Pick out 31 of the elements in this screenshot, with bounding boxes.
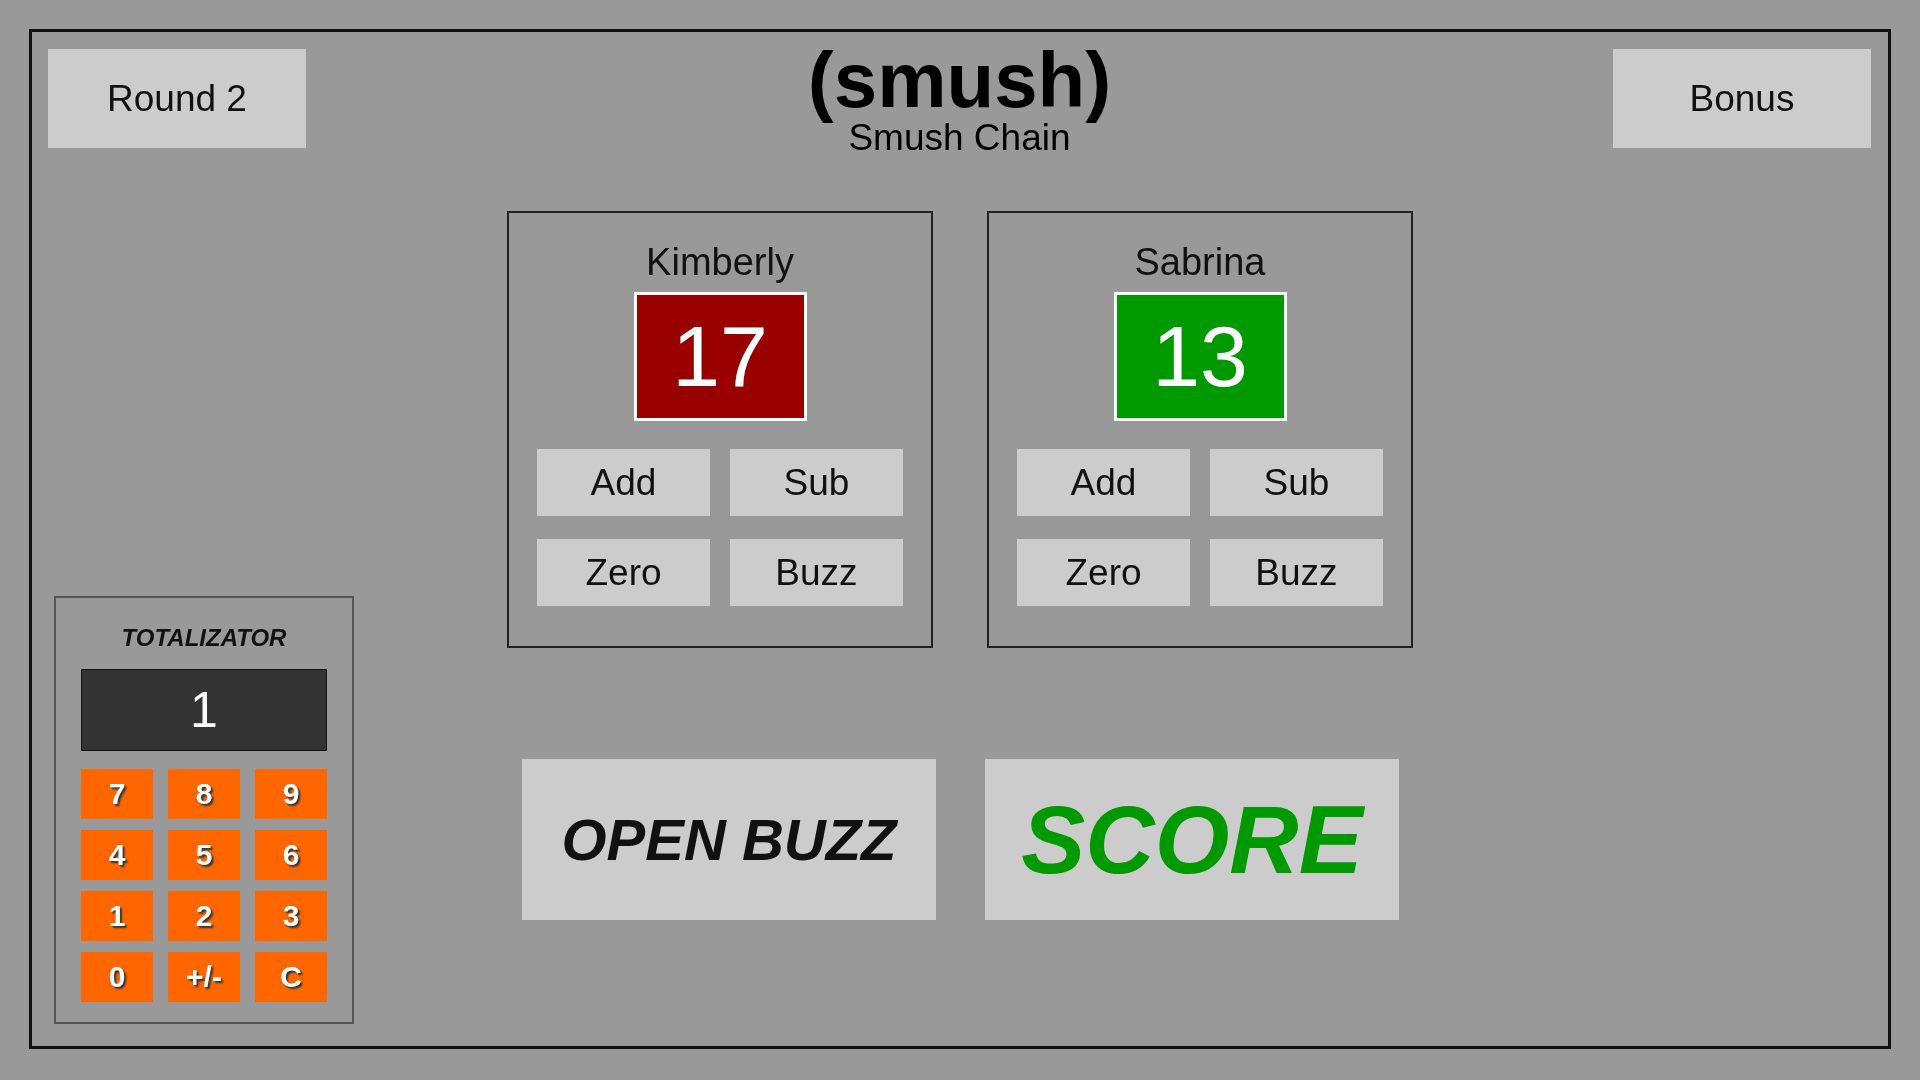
- score-control-button[interactable]: Add: [1017, 449, 1190, 516]
- keypad-key[interactable]: 7: [81, 769, 153, 819]
- keypad-key[interactable]: 9: [255, 769, 327, 819]
- bonus-button[interactable]: Bonus: [1613, 49, 1871, 148]
- player-score: 17: [633, 292, 807, 421]
- score-control-button[interactable]: Zero: [1017, 539, 1190, 606]
- score-button[interactable]: SCORE: [985, 759, 1399, 920]
- keypad-key[interactable]: 1: [81, 891, 153, 941]
- score-control-button[interactable]: Add: [537, 449, 710, 516]
- score-control-button[interactable]: Buzz: [1210, 539, 1383, 606]
- keypad-key[interactable]: 0: [81, 952, 153, 1002]
- score-control-button[interactable]: Buzz: [730, 539, 903, 606]
- keypad-key[interactable]: 2: [168, 891, 240, 941]
- score-control-button[interactable]: Sub: [1210, 449, 1383, 516]
- player-name: Sabrina: [1134, 241, 1266, 284]
- keypad-key[interactable]: 4: [81, 830, 153, 880]
- keypad-key[interactable]: 5: [168, 830, 240, 880]
- keypad-key[interactable]: C: [255, 952, 327, 1002]
- score-control-button[interactable]: Sub: [730, 449, 903, 516]
- keypad-key[interactable]: +/-: [168, 952, 240, 1002]
- open-buzz-button[interactable]: OPEN BUZZ: [522, 759, 936, 920]
- totalizator-display: 1: [81, 669, 327, 751]
- keypad-key[interactable]: 3: [255, 891, 327, 941]
- app-subtitle: Smush Chain: [848, 119, 1071, 158]
- score-control-button[interactable]: Zero: [537, 539, 710, 606]
- keypad-key[interactable]: 6: [255, 830, 327, 880]
- player-score: 13: [1113, 292, 1287, 421]
- round-button[interactable]: Round 2: [48, 49, 306, 148]
- player-name: Kimberly: [646, 241, 794, 284]
- keypad-key[interactable]: 8: [168, 769, 240, 819]
- totalizator-title: TOTALIZATOR: [120, 624, 288, 652]
